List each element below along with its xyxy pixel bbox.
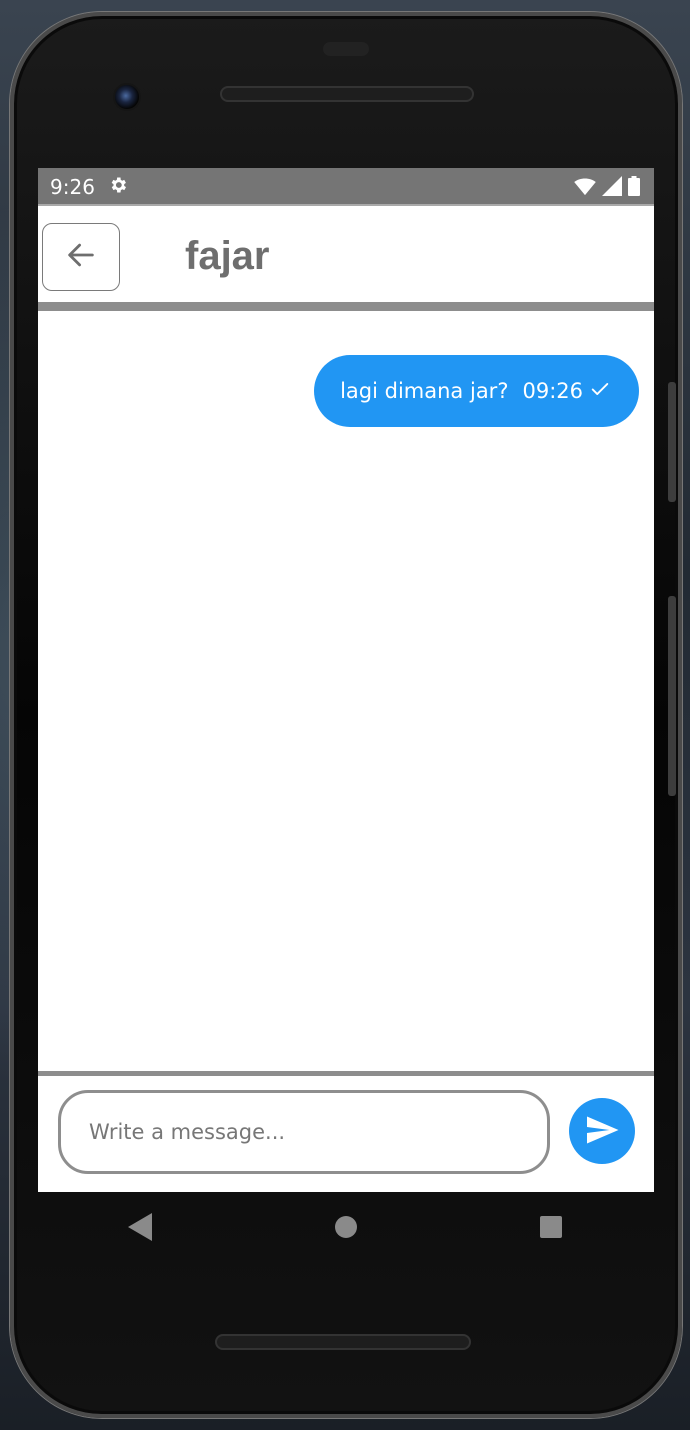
- bottom-speaker-grille: [215, 1334, 471, 1350]
- chat-header: fajar: [38, 204, 654, 302]
- signal-icon: [602, 176, 622, 201]
- volume-button: [668, 382, 676, 502]
- earpiece-slot: [323, 42, 369, 56]
- send-button[interactable]: [569, 1098, 635, 1164]
- gear-icon: [108, 175, 128, 195]
- check-icon: [589, 378, 611, 405]
- front-camera: [113, 83, 141, 111]
- wifi-icon: [574, 177, 596, 201]
- send-icon: [584, 1112, 620, 1151]
- system-nav-bar: [38, 1192, 654, 1262]
- outgoing-message-bubble[interactable]: lagi dimana jar? 09:26: [314, 355, 639, 427]
- top-speaker-grille: [220, 86, 474, 102]
- status-bar: 9:26: [38, 168, 654, 204]
- home-circle-icon[interactable]: [326, 1207, 366, 1247]
- message-list[interactable]: lagi dimana jar? 09:26: [38, 311, 654, 1071]
- header-divider: [38, 302, 654, 311]
- arrow-left-icon: [64, 238, 98, 277]
- message-text: lagi dimana jar?: [340, 379, 509, 403]
- chat-title: fajar: [185, 234, 270, 278]
- app-screen: 9:26 fajar lagi dimana jar? 09:26 Write …: [38, 168, 654, 1192]
- message-time: 09:26: [522, 379, 583, 403]
- battery-icon: [628, 176, 640, 201]
- message-meta: 09:26: [522, 378, 611, 405]
- back-button[interactable]: [42, 223, 120, 291]
- power-button: [668, 596, 676, 796]
- message-composer: [38, 1076, 654, 1192]
- back-triangle-icon[interactable]: [121, 1207, 161, 1247]
- recents-square-icon[interactable]: [531, 1207, 571, 1247]
- status-time: 9:26: [50, 175, 95, 199]
- message-input[interactable]: [58, 1090, 550, 1174]
